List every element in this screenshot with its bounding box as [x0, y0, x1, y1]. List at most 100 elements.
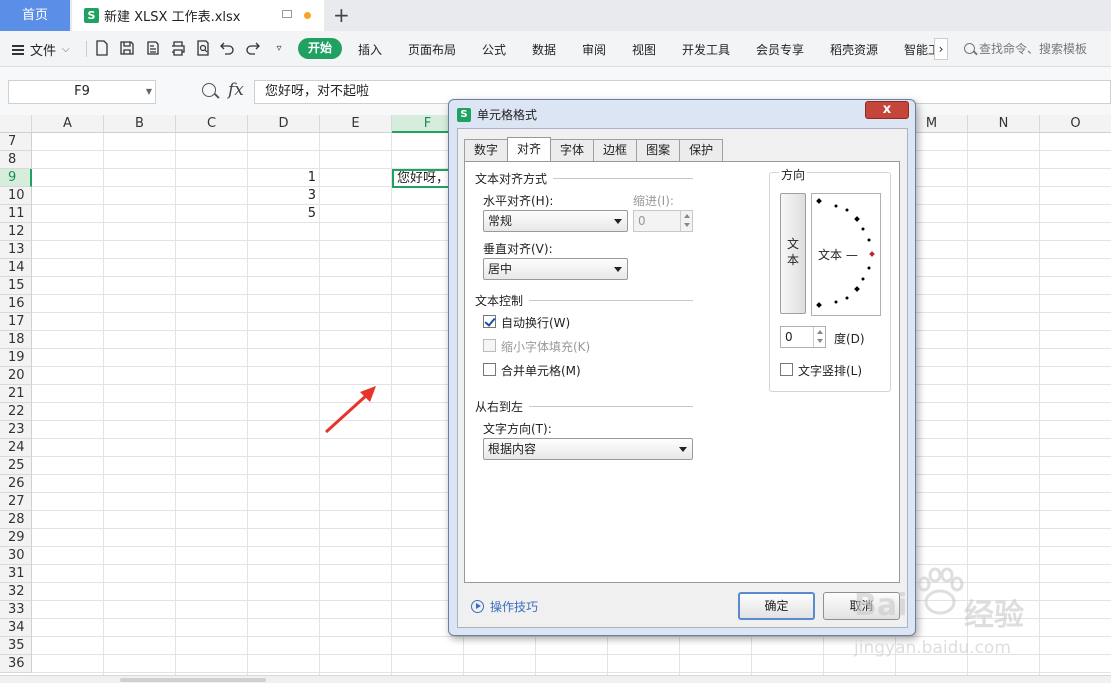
merge-cells-label[interactable]: 合并单元格(M): [501, 362, 581, 379]
merge-cells-checkbox[interactable]: [483, 363, 496, 376]
save-icon[interactable]: [118, 40, 136, 58]
row-header-28[interactable]: 28: [0, 511, 32, 529]
cell-d10[interactable]: 3: [254, 187, 320, 205]
cell-d9[interactable]: 1: [254, 169, 320, 187]
row-header-10[interactable]: 10: [0, 187, 32, 205]
section-divider: [529, 300, 693, 301]
redo-icon[interactable]: [244, 40, 262, 58]
column-header-o[interactable]: O: [1040, 115, 1111, 133]
select-all-corner[interactable]: [0, 115, 32, 133]
tab-docer-resources[interactable]: 稻壳资源: [830, 41, 878, 58]
row-header-19[interactable]: 19: [0, 349, 32, 367]
row-header-16[interactable]: 16: [0, 295, 32, 313]
row-header-17[interactable]: 17: [0, 313, 32, 331]
text-direction-select[interactable]: 根据内容: [483, 438, 693, 460]
tab-protection[interactable]: 保护: [679, 139, 724, 161]
stepper-arrows-icon[interactable]: [813, 327, 825, 347]
quick-access-dropdown-icon[interactable]: ▿: [270, 40, 288, 58]
tab-review[interactable]: 审阅: [582, 41, 606, 58]
tab-smart-tools[interactable]: 智能工: [904, 41, 934, 58]
cell-d11[interactable]: 5: [254, 205, 320, 223]
row-header-27[interactable]: 27: [0, 493, 32, 511]
tab-number[interactable]: 数字: [464, 139, 509, 161]
more-tabs-button[interactable]: ›: [934, 38, 948, 60]
column-header-b[interactable]: B: [104, 115, 176, 133]
row-header-30[interactable]: 30: [0, 547, 32, 565]
monitor-icon[interactable]: [282, 10, 292, 18]
wrap-text-label[interactable]: 自动换行(W): [501, 314, 570, 331]
new-file-icon[interactable]: [93, 40, 111, 58]
dialog-title-bar[interactable]: S 单元格格式: [457, 106, 537, 123]
close-button[interactable]: x: [865, 101, 909, 119]
row-header-13[interactable]: 13: [0, 241, 32, 259]
spreadsheet-app-icon: S: [84, 8, 99, 23]
row-header-23[interactable]: 23: [0, 421, 32, 439]
print-preview-icon[interactable]: [194, 40, 212, 58]
vertical-stack-checkbox[interactable]: [780, 363, 793, 376]
scroll-thumb[interactable]: [120, 678, 266, 682]
tab-start[interactable]: 开始: [298, 38, 342, 59]
row-header-29[interactable]: 29: [0, 529, 32, 547]
tab-formulas[interactable]: 公式: [482, 41, 506, 58]
tab-pattern[interactable]: 图案: [636, 139, 681, 161]
row-header-24[interactable]: 24: [0, 439, 32, 457]
row-header-7[interactable]: 7: [0, 133, 32, 151]
function-icon[interactable]: fx: [228, 80, 244, 100]
new-tab-button[interactable]: +: [333, 3, 350, 27]
wrap-text-checkbox[interactable]: [483, 315, 496, 328]
orientation-dial[interactable]: 文本 —: [811, 193, 881, 316]
row-header-8[interactable]: 8: [0, 151, 32, 169]
tab-home[interactable]: 首页: [0, 0, 70, 31]
indent-value: 0: [638, 214, 646, 228]
unsaved-dot-icon: [304, 12, 311, 19]
row-header-14[interactable]: 14: [0, 259, 32, 277]
vertical-align-select[interactable]: 居中: [483, 258, 628, 280]
horizontal-align-select[interactable]: 常规: [483, 210, 628, 232]
column-header-n[interactable]: N: [968, 115, 1040, 133]
export-pdf-icon[interactable]: [144, 40, 162, 58]
row-header-25[interactable]: 25: [0, 457, 32, 475]
tab-developer[interactable]: 开发工具: [682, 41, 730, 58]
undo-icon[interactable]: [218, 40, 236, 58]
degree-label: 度(D): [834, 332, 865, 346]
name-box[interactable]: F9 ▼: [8, 80, 156, 104]
row-header-12[interactable]: 12: [0, 223, 32, 241]
tab-data[interactable]: 数据: [532, 41, 556, 58]
tab-alignment[interactable]: 对齐: [507, 137, 552, 161]
column-header-e[interactable]: E: [320, 115, 392, 133]
row-header-22[interactable]: 22: [0, 403, 32, 421]
row-header-15[interactable]: 15: [0, 277, 32, 295]
gridline-vertical: [391, 133, 392, 675]
vertical-text-button[interactable]: 文本: [780, 193, 806, 314]
command-search[interactable]: 查找命令、搜索模板: [964, 40, 1087, 57]
row-header-32[interactable]: 32: [0, 583, 32, 601]
file-menu-button[interactable]: 文件 ⌵: [12, 40, 70, 59]
tab-member[interactable]: 会员专享: [756, 41, 804, 58]
row-header-36[interactable]: 36: [0, 655, 32, 673]
row-header-21[interactable]: 21: [0, 385, 32, 403]
row-header-33[interactable]: 33: [0, 601, 32, 619]
row-header-9[interactable]: 9: [0, 169, 32, 187]
column-header-a[interactable]: A: [32, 115, 104, 133]
zoom-icon[interactable]: [202, 83, 216, 97]
tab-border[interactable]: 边框: [593, 139, 638, 161]
row-header-26[interactable]: 26: [0, 475, 32, 493]
tab-view[interactable]: 视图: [632, 41, 656, 58]
row-header-18[interactable]: 18: [0, 331, 32, 349]
row-header-11[interactable]: 11: [0, 205, 32, 223]
print-icon[interactable]: [169, 40, 187, 58]
tips-link[interactable]: 操作技巧: [471, 598, 538, 615]
row-header-20[interactable]: 20: [0, 367, 32, 385]
row-header-35[interactable]: 35: [0, 637, 32, 655]
tab-font[interactable]: 字体: [550, 139, 595, 161]
ok-button[interactable]: 确定: [738, 592, 815, 620]
tab-insert[interactable]: 插入: [358, 41, 382, 58]
vertical-stack-label[interactable]: 文字竖排(L): [798, 362, 862, 379]
column-header-c[interactable]: C: [176, 115, 248, 133]
chevron-down-icon[interactable]: ▼: [146, 81, 152, 103]
row-header-34[interactable]: 34: [0, 619, 32, 637]
tab-page-layout[interactable]: 页面布局: [408, 41, 456, 58]
degree-stepper[interactable]: 0: [780, 326, 826, 348]
row-header-31[interactable]: 31: [0, 565, 32, 583]
column-header-d[interactable]: D: [248, 115, 320, 133]
